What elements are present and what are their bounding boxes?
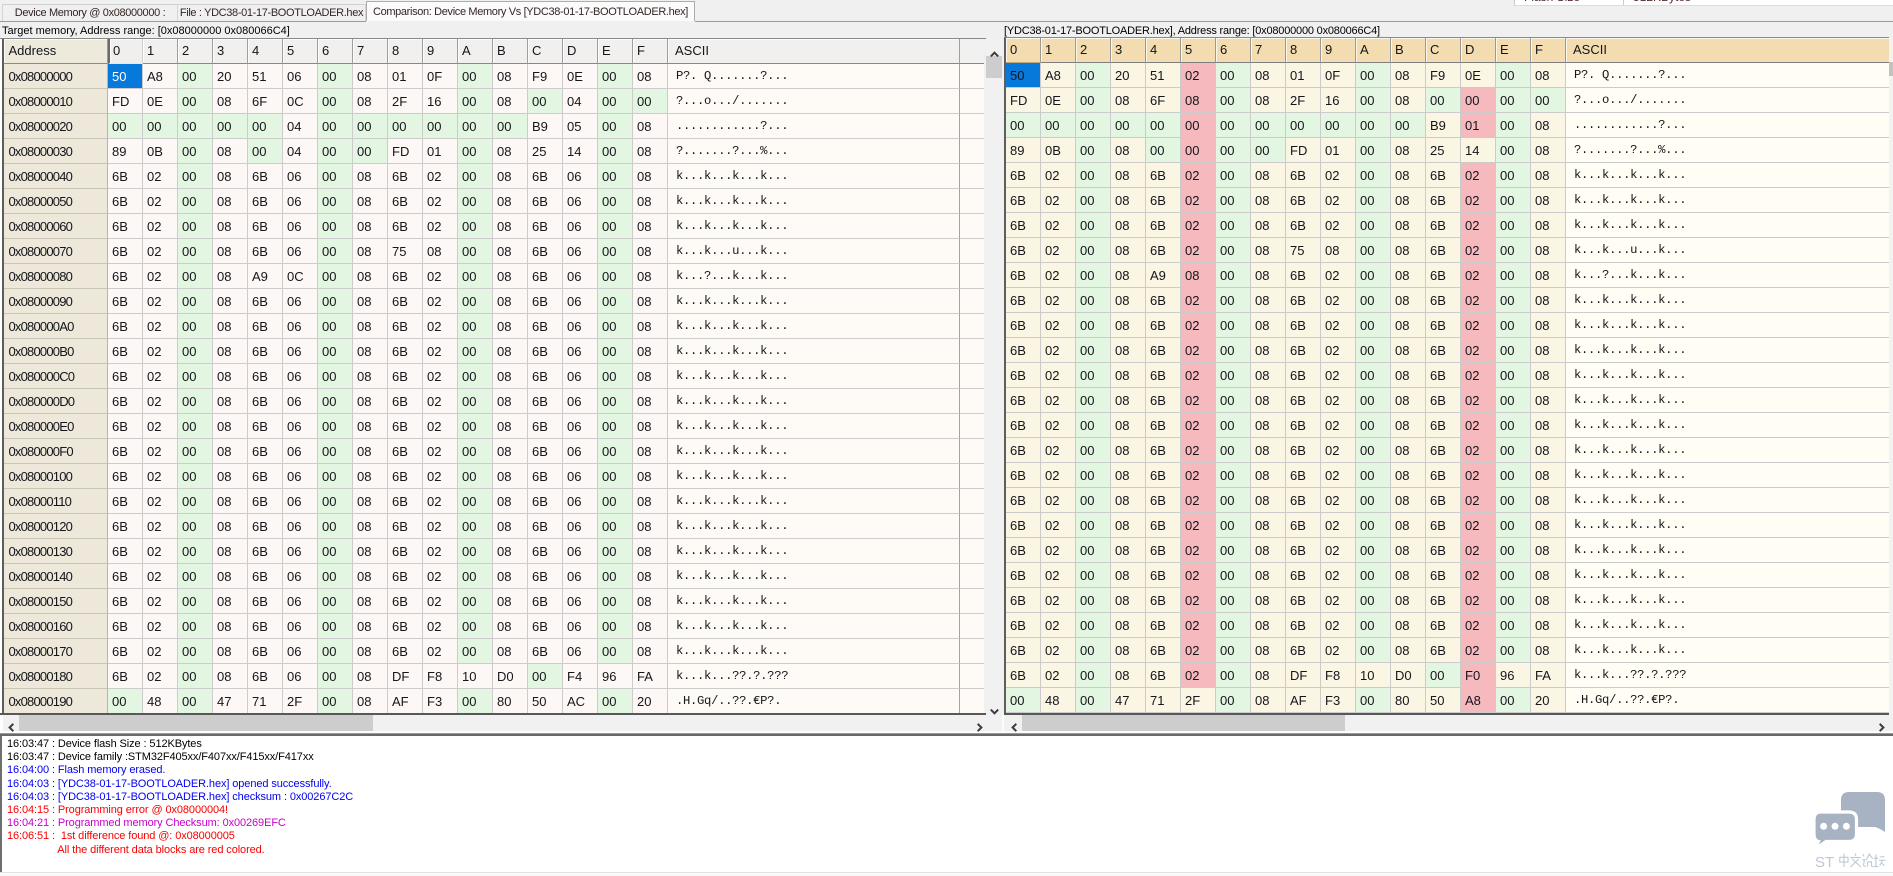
svg-text:ST: ST [1815, 854, 1834, 871]
